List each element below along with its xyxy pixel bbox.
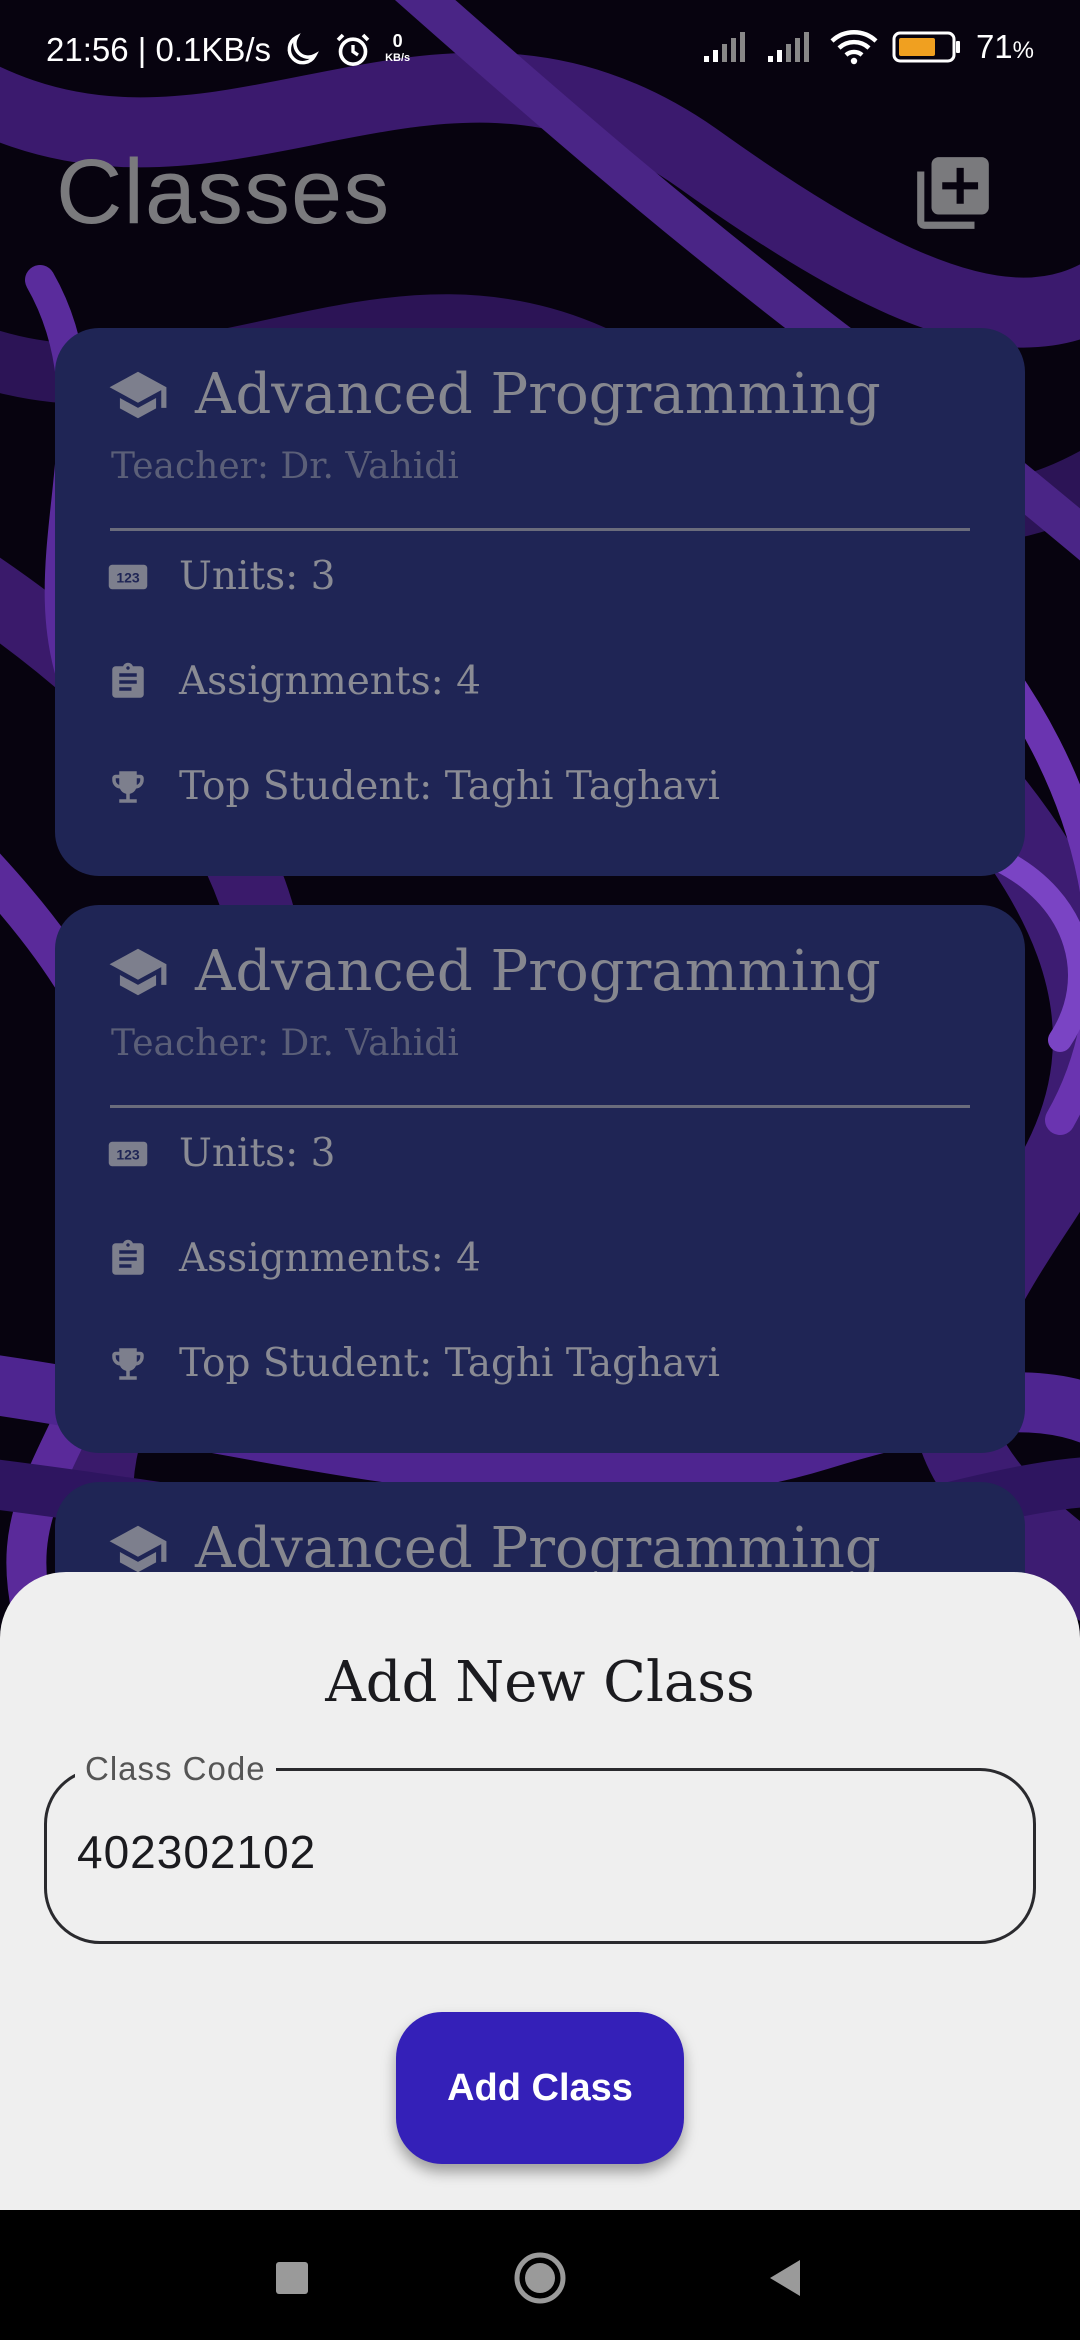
- sheet-title: Add New Class: [325, 1650, 755, 1715]
- card-header: Advanced Programming: [107, 362, 881, 427]
- battery-percent: 71: [975, 28, 1013, 65]
- assignments-text: Assignments: 4: [179, 659, 481, 704]
- wifi-icon: [830, 30, 878, 65]
- school-icon: [109, 371, 167, 418]
- class-teacher: Teacher: Dr. Vahidi: [111, 446, 459, 487]
- assignments-row: Assignments: 4: [107, 659, 481, 704]
- card-divider: [110, 528, 970, 531]
- numbers-icon: 123: [107, 556, 149, 598]
- recent-apps-icon[interactable]: [262, 2248, 322, 2308]
- units-text: Units: 3: [179, 1131, 336, 1176]
- battery-unit: %: [1012, 37, 1034, 64]
- clipboard-icon: [107, 1238, 149, 1280]
- navigation-bar: [0, 2210, 1080, 2340]
- card-divider: [110, 1105, 970, 1108]
- signal-icon: [703, 32, 745, 62]
- svg-text:123: 123: [116, 1146, 140, 1162]
- numbers-icon: 123: [107, 1133, 149, 1175]
- trophy-icon: [107, 766, 149, 808]
- top-student-text: Top Student: Taghi Taghavi: [179, 764, 720, 809]
- top-student-row: Top Student: Taghi Taghavi: [107, 1341, 720, 1386]
- class-title: Advanced Programming: [195, 939, 881, 1004]
- class-code-label: Class Code: [75, 1750, 276, 1788]
- home-icon[interactable]: [510, 2248, 570, 2308]
- units-row: 123 Units: 3: [107, 554, 336, 599]
- battery-icon: [892, 31, 960, 63]
- school-icon: [109, 1525, 167, 1572]
- status-bar: 21:56 | 0.1KB/s 0 KB/s 71%: [0, 0, 1080, 100]
- class-code-field[interactable]: Class Code: [44, 1750, 1036, 1944]
- net-speed-value: 0: [392, 31, 403, 51]
- add-class-button[interactable]: Add Class: [396, 2012, 684, 2164]
- status-time: 21:56 | 0.1KB/s: [46, 31, 272, 68]
- school-icon: [109, 948, 167, 995]
- class-title: Advanced Programming: [195, 362, 881, 427]
- class-card[interactable]: Advanced Programming Teacher: Dr. Vahidi…: [55, 905, 1025, 1453]
- assignments-text: Assignments: 4: [179, 1236, 481, 1281]
- assignments-row: Assignments: 4: [107, 1236, 481, 1281]
- net-speed-unit: KB/s: [385, 52, 411, 64]
- network-speed: 0 KB/s: [385, 31, 411, 67]
- moon-icon: [287, 33, 319, 65]
- page-title: Classes: [56, 141, 391, 243]
- svg-text:123: 123: [116, 569, 140, 585]
- card-header: Advanced Programming: [107, 939, 881, 1004]
- alarm-icon: [336, 33, 370, 66]
- class-teacher: Teacher: Dr. Vahidi: [111, 1023, 459, 1064]
- status-right: 71%: [702, 28, 1034, 66]
- top-student-row: Top Student: Taghi Taghavi: [107, 764, 720, 809]
- screen: 21:56 | 0.1KB/s 0 KB/s 71% Classes Advan…: [0, 0, 1080, 2340]
- units-text: Units: 3: [179, 554, 336, 599]
- trophy-icon: [107, 1343, 149, 1385]
- back-icon[interactable]: [756, 2248, 816, 2308]
- units-row: 123 Units: 3: [107, 1131, 336, 1176]
- add-class-bottom-sheet: Add New Class Class Code Add Class: [0, 1572, 1080, 2212]
- class-code-input[interactable]: [77, 1817, 977, 1887]
- status-left: 21:56 | 0.1KB/s 0 KB/s: [46, 30, 410, 70]
- class-card[interactable]: Advanced Programming Teacher: Dr. Vahidi…: [55, 328, 1025, 876]
- battery-level: 71%: [976, 28, 1034, 66]
- signal-icon-2: [767, 32, 809, 62]
- add-to-library-icon[interactable]: [910, 150, 996, 236]
- clipboard-icon: [107, 661, 149, 703]
- top-student-text: Top Student: Taghi Taghavi: [179, 1341, 720, 1386]
